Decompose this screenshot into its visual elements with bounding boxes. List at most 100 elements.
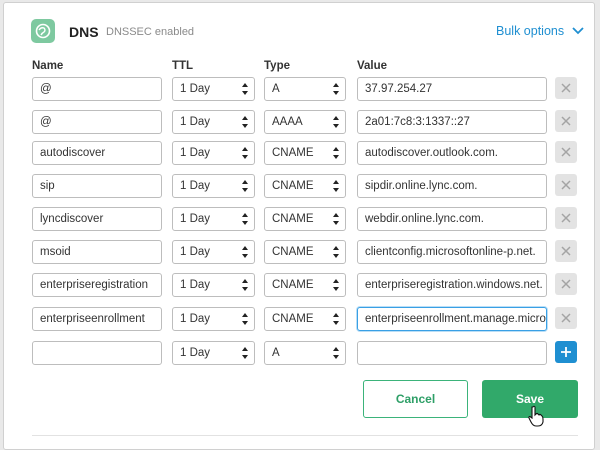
- select-arrows-icon: [242, 313, 249, 325]
- record-value-input[interactable]: 2a01:7c8:3:1337::27: [357, 110, 547, 134]
- delete-record-button[interactable]: [555, 174, 577, 196]
- close-icon: [561, 83, 571, 93]
- bulk-options-label: Bulk options: [496, 24, 565, 38]
- record-type-select[interactable]: CNAME: [264, 307, 346, 331]
- bulk-options-button[interactable]: Bulk options: [496, 24, 584, 38]
- record-ttl-select[interactable]: 1 Day: [172, 77, 255, 101]
- delete-record-button[interactable]: [555, 307, 577, 329]
- chevron-down-icon: [572, 27, 584, 35]
- delete-record-button[interactable]: [555, 240, 577, 262]
- record-ttl-value: 1 Day: [180, 313, 211, 325]
- column-header-name: Name: [32, 60, 64, 72]
- close-icon: [561, 116, 571, 126]
- close-icon: [561, 313, 571, 323]
- delete-record-button[interactable]: [555, 77, 577, 99]
- record-ttl-value: 1 Day: [180, 147, 211, 159]
- new-record-ttl-select[interactable]: 1 Day: [172, 341, 255, 365]
- record-ttl-select[interactable]: 1 Day: [172, 141, 255, 165]
- select-arrows-icon: [242, 347, 249, 359]
- record-ttl-select[interactable]: 1 Day: [172, 307, 255, 331]
- record-type-select[interactable]: A: [264, 77, 346, 101]
- select-arrows-icon: [242, 180, 249, 192]
- dns-record-row: lyncdiscover 1 Day CNAME webdir.online.lync…: [4, 207, 596, 231]
- save-button[interactable]: Save: [482, 380, 578, 427]
- record-ttl-select[interactable]: 1 Day: [172, 273, 255, 297]
- record-ttl-value: 1 Day: [180, 83, 211, 95]
- column-header-ttl: TTL: [172, 60, 194, 72]
- record-type-select[interactable]: CNAME: [264, 240, 346, 264]
- record-type-select[interactable]: CNAME: [264, 207, 346, 231]
- close-icon: [561, 147, 571, 157]
- cancel-button[interactable]: Cancel: [363, 380, 468, 418]
- record-name-input[interactable]: msoid: [32, 240, 162, 264]
- hand-cursor-icon: [528, 405, 544, 427]
- dns-record-row: msoid 1 Day CNAME clientconfig.microsoftonl…: [4, 240, 596, 264]
- record-value-input[interactable]: enterpriseregistration.windows.net.: [357, 273, 547, 297]
- select-arrows-icon: [333, 313, 340, 325]
- new-record-ttl-value: 1 Day: [180, 347, 211, 359]
- record-value-input[interactable]: autodiscover.outlook.com.: [357, 141, 547, 165]
- select-arrows-icon: [333, 347, 340, 359]
- record-type-value: CNAME: [272, 313, 314, 325]
- logo-icon: [31, 19, 55, 43]
- record-type-value: CNAME: [272, 147, 314, 159]
- select-arrows-icon: [333, 180, 340, 192]
- dns-record-row: @1 Day AAAA 2a01:7c8:3:1337::27: [4, 110, 596, 134]
- select-arrows-icon: [242, 83, 249, 95]
- add-record-button[interactable]: [555, 341, 577, 363]
- record-type-select[interactable]: CNAME: [264, 273, 346, 297]
- record-ttl-select[interactable]: 1 Day: [172, 207, 255, 231]
- new-record-name-input[interactable]: [32, 341, 162, 365]
- record-name-input[interactable]: autodiscover: [32, 141, 162, 165]
- dns-record-row: sip 1 Day CNAME sipdir.online.lync.com.: [4, 174, 596, 198]
- record-type-value: A: [272, 83, 280, 95]
- delete-record-button[interactable]: [555, 207, 577, 229]
- record-ttl-select[interactable]: 1 Day: [172, 240, 255, 264]
- delete-record-button[interactable]: [555, 141, 577, 163]
- close-icon: [561, 246, 571, 256]
- record-name-input[interactable]: @: [32, 77, 162, 101]
- record-ttl-value: 1 Day: [180, 246, 211, 258]
- select-arrows-icon: [242, 147, 249, 159]
- close-icon: [561, 279, 571, 289]
- record-name-input[interactable]: sip: [32, 174, 162, 198]
- page-title: DNS: [69, 24, 99, 40]
- dns-record-row: enterpriseregistration 1 Day CNAME enterpri…: [4, 273, 596, 297]
- record-type-select[interactable]: CNAME: [264, 174, 346, 198]
- record-value-input[interactable]: 37.97.254.27: [357, 77, 547, 101]
- dnssec-status: DNSSEC enabled: [106, 26, 195, 38]
- divider: [32, 435, 578, 436]
- delete-record-button[interactable]: [555, 273, 577, 295]
- record-name-input[interactable]: lyncdiscover: [32, 207, 162, 231]
- select-arrows-icon: [333, 116, 340, 128]
- select-arrows-icon: [242, 279, 249, 291]
- record-value-input[interactable]: enterpriseenrollment.manage.micros: [357, 307, 547, 331]
- new-record-value-input[interactable]: [357, 341, 547, 365]
- dns-panel: DNS DNSSEC enabled Bulk options Name TTL…: [3, 2, 595, 450]
- record-ttl-select[interactable]: 1 Day: [172, 174, 255, 198]
- select-arrows-icon: [242, 116, 249, 128]
- record-type-value: CNAME: [272, 279, 314, 291]
- new-record-type-select[interactable]: A: [264, 341, 346, 365]
- column-header-type: Type: [264, 60, 290, 72]
- record-value-input[interactable]: clientconfig.microsoftonline-p.net.: [357, 240, 547, 264]
- dns-record-row: @1 Day A 37.97.254.27: [4, 77, 596, 101]
- new-record-row: 1 Day A: [4, 341, 596, 365]
- select-arrows-icon: [242, 213, 249, 225]
- record-type-select[interactable]: AAAA: [264, 110, 346, 134]
- close-icon: [561, 180, 571, 190]
- record-value-input[interactable]: sipdir.online.lync.com.: [357, 174, 547, 198]
- record-value-input[interactable]: webdir.online.lync.com.: [357, 207, 547, 231]
- record-name-input[interactable]: enterpriseenrollment: [32, 307, 162, 331]
- record-ttl-value: 1 Day: [180, 116, 211, 128]
- record-name-input[interactable]: enterpriseregistration: [32, 273, 162, 297]
- dns-record-row: autodiscover 1 Day CNAME autodiscover.outlo…: [4, 141, 596, 165]
- select-arrows-icon: [333, 83, 340, 95]
- record-ttl-select[interactable]: 1 Day: [172, 110, 255, 134]
- record-type-select[interactable]: CNAME: [264, 141, 346, 165]
- record-ttl-value: 1 Day: [180, 180, 211, 192]
- delete-record-button[interactable]: [555, 110, 577, 132]
- close-icon: [561, 213, 571, 223]
- record-name-input[interactable]: @: [32, 110, 162, 134]
- dns-record-row: enterpriseenrollment 1 Day CNAME enterprise…: [4, 307, 596, 331]
